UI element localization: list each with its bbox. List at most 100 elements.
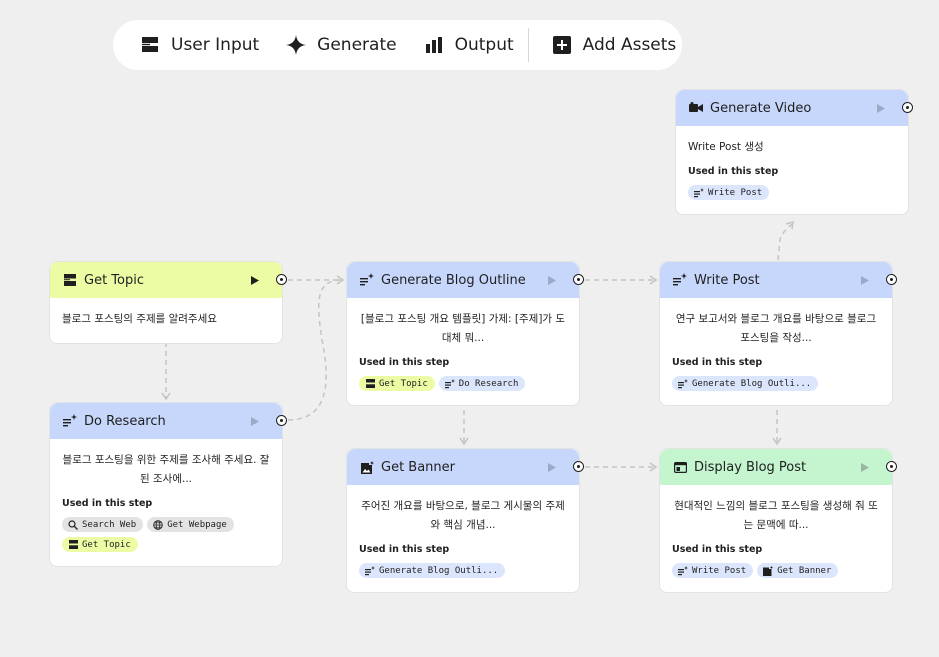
node-prompt-text: 주어진 개요를 바탕으로, 블로그 게시물의 주제와 핵심 개념... xyxy=(361,500,565,531)
chip-step-ref[interactable]: Write Post xyxy=(672,563,754,578)
node-header[interactable]: Get Banner xyxy=(347,449,584,485)
run-step-button[interactable] xyxy=(860,274,870,286)
connector-research-to-outline xyxy=(287,279,343,421)
image-generate-icon xyxy=(763,565,774,576)
node-title: Write Post xyxy=(694,272,760,288)
chip-step-ref[interactable]: Get Topic xyxy=(62,537,138,552)
connector-write-post-to-video xyxy=(777,223,793,261)
run-step-button[interactable] xyxy=(547,274,557,286)
chip-step-ref[interactable]: Get Topic xyxy=(359,376,435,391)
node-title: Generate Blog Outline xyxy=(381,272,526,288)
output-port[interactable] xyxy=(902,102,913,113)
node-get-banner[interactable]: Get Banner 주어진 개요를 바탕으로, 블로그 게시물의 주제와 핵심… xyxy=(346,448,584,593)
generate-label: Generate xyxy=(317,35,397,55)
image-generate-icon xyxy=(360,460,374,474)
node-get-topic[interactable]: Get Topic 블로그 포스팅의 주제를 알려주세요 xyxy=(49,261,287,344)
user-input-icon xyxy=(63,273,77,287)
chip-tool-search-web[interactable]: Search Web xyxy=(62,517,144,532)
arrowhead-video-in xyxy=(785,220,794,230)
user-input-button[interactable]: User Input xyxy=(139,20,259,70)
node-toolbar: User Input Generate Output Add Assets xyxy=(113,20,682,70)
step-generate-icon xyxy=(444,378,455,389)
node-prompt-text: 연구 보고서와 블로그 개요를 바탕으로 블로그 포스팅을 작성... xyxy=(675,313,877,344)
node-header[interactable]: Generate Video xyxy=(676,90,913,126)
node-title: Display Blog Post xyxy=(694,459,807,475)
chip-list: Search Web Get Webpage Get Topic xyxy=(62,517,270,552)
chip-step-ref[interactable]: Write Post xyxy=(688,185,770,200)
arrowhead-write-post-in xyxy=(649,275,658,285)
user-input-icon xyxy=(139,34,161,56)
chip-tool-get-webpage[interactable]: Get Webpage xyxy=(147,517,234,532)
node-do-research[interactable]: Do Research 블로그 포스팅을 위한 주제를 조사해 주세요. 잘 된… xyxy=(49,402,287,567)
run-step-button[interactable] xyxy=(876,102,886,114)
node-header[interactable]: Get Topic xyxy=(50,262,287,298)
node-prompt-text: 현대적인 느낌의 블로그 포스팅을 생성해 줘 또는 문맥에 따... xyxy=(674,500,878,531)
run-step-button[interactable] xyxy=(250,415,260,427)
output-port[interactable] xyxy=(573,274,584,285)
output-port[interactable] xyxy=(276,415,287,426)
add-assets-label: Add Assets xyxy=(582,35,677,55)
node-title: Get Banner xyxy=(381,459,456,475)
display-icon xyxy=(673,460,687,474)
output-label: Output xyxy=(454,35,514,55)
node-generate-blog-outline[interactable]: Generate Blog Outline [블로그 포스팅 개요 템플릿] 가… xyxy=(346,261,584,406)
step-generate-icon xyxy=(694,187,704,198)
video-icon xyxy=(689,101,703,115)
chip-list: Generate Blog Outli... xyxy=(672,376,880,391)
workflow-canvas[interactable]: User Input Generate Output Add Assets Ge… xyxy=(0,0,939,657)
add-assets-button[interactable]: Add Assets xyxy=(551,20,677,70)
step-generate-icon xyxy=(360,273,374,287)
output-button[interactable]: Output xyxy=(423,20,514,70)
output-port[interactable] xyxy=(573,461,584,472)
output-icon xyxy=(423,34,445,56)
step-generate-icon xyxy=(678,378,688,389)
used-in-step-label: Used in this step xyxy=(672,544,763,555)
globe-icon xyxy=(153,519,163,530)
used-in-step-label: Used in this step xyxy=(688,166,779,177)
node-header[interactable]: Display Blog Post xyxy=(660,449,897,485)
add-box-icon xyxy=(551,34,573,56)
sparkle-icon xyxy=(285,34,307,56)
node-display-blog-post[interactable]: Display Blog Post 현대적인 느낌의 블로그 포스팅을 생성해 … xyxy=(659,448,897,593)
node-generate-video[interactable]: Generate Video Write Post 생성 Used in thi… xyxy=(675,89,913,215)
node-header[interactable]: Do Research xyxy=(50,403,287,439)
node-prompt-text: [블로그 포스팅 개요 템플릿] 가제: [주제]가 도대체 뭐... xyxy=(360,313,566,344)
run-step-button[interactable] xyxy=(860,461,870,473)
node-title: Generate Video xyxy=(710,100,812,116)
output-port[interactable] xyxy=(886,461,897,472)
chip-step-ref[interactable]: Do Research xyxy=(438,376,526,391)
step-generate-icon xyxy=(365,565,375,576)
node-prompt-text: Write Post 생성 xyxy=(688,141,764,153)
user-input-icon xyxy=(68,540,78,550)
search-icon xyxy=(68,519,78,530)
chip-step-ref[interactable]: Generate Blog Outli... xyxy=(672,376,819,391)
user-input-label: User Input xyxy=(171,35,260,55)
chip-step-ref[interactable]: Generate Blog Outli... xyxy=(359,563,506,578)
output-port[interactable] xyxy=(276,274,287,285)
step-generate-icon xyxy=(678,565,688,576)
chip-list: Write Post Get Banner xyxy=(672,563,880,578)
step-generate-icon xyxy=(673,273,687,287)
node-prompt-text: 블로그 포스팅의 주제를 알려주세요 xyxy=(62,313,217,325)
chip-list: Generate Blog Outli... xyxy=(359,563,567,578)
step-generate-icon xyxy=(63,414,77,428)
node-title: Get Topic xyxy=(84,272,144,288)
run-step-button[interactable] xyxy=(250,274,260,286)
generate-button[interactable]: Generate xyxy=(285,20,397,70)
chip-list: Write Post xyxy=(688,185,896,200)
arrowhead-outline-in xyxy=(336,275,345,285)
arrowhead-display-in xyxy=(649,462,658,472)
node-write-post[interactable]: Write Post 연구 보고서와 블로그 개요를 바탕으로 블로그 포스팅을… xyxy=(659,261,897,406)
user-input-icon xyxy=(365,379,375,389)
arrowhead-banner-in xyxy=(459,437,469,446)
node-header[interactable]: Generate Blog Outline xyxy=(347,262,584,298)
chip-step-ref[interactable]: Get Banner xyxy=(757,563,839,578)
node-header[interactable]: Write Post xyxy=(660,262,897,298)
used-in-step-label: Used in this step xyxy=(359,544,450,555)
output-port[interactable] xyxy=(886,274,897,285)
node-prompt-text: 블로그 포스팅을 위한 주제를 조사해 주세요. 잘 된 조사에... xyxy=(62,454,270,485)
node-title: Do Research xyxy=(84,413,166,429)
run-step-button[interactable] xyxy=(547,461,557,473)
used-in-step-label: Used in this step xyxy=(672,357,763,368)
arrowhead-research-in xyxy=(161,392,171,401)
